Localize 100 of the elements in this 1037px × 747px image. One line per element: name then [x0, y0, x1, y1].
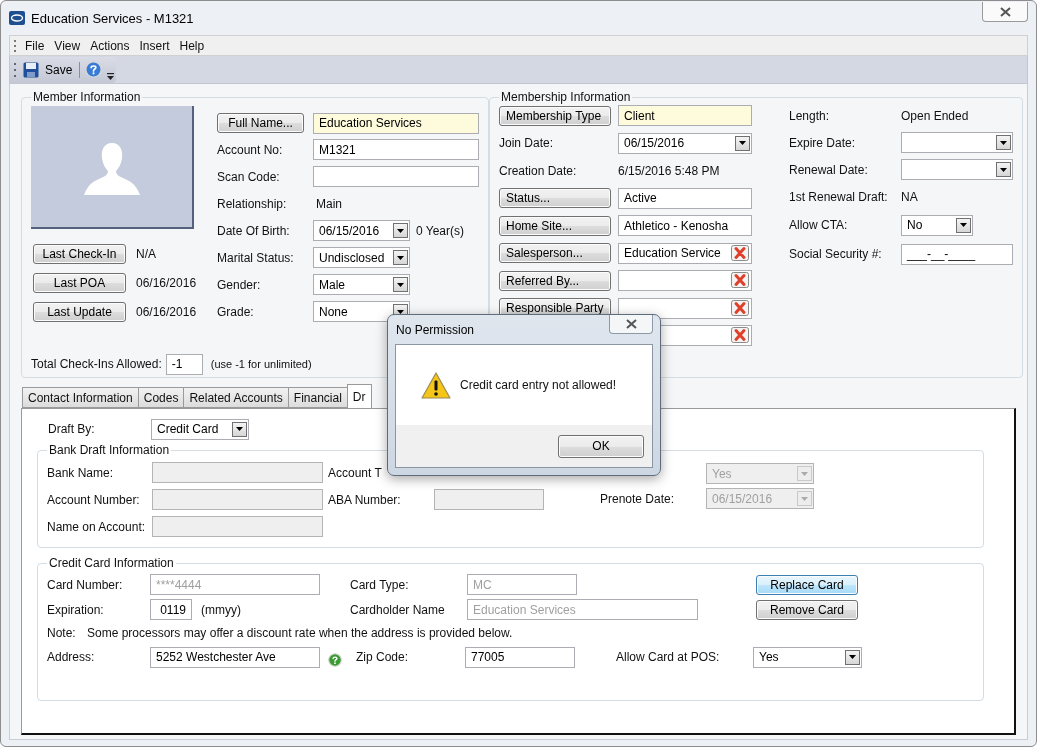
input-field[interactable]: 5252 Westchester Ave — [150, 646, 320, 668]
input-field[interactable] — [313, 166, 479, 187]
lookup-button[interactable]: Salesperson... — [499, 243, 611, 264]
lookup-button[interactable]: Home Site... — [499, 215, 611, 236]
input-field[interactable]: Education Services — [313, 112, 479, 134]
tab[interactable]: Dr — [346, 384, 372, 408]
caret-icon — [1000, 140, 1007, 145]
field-value: Open Ended — [901, 108, 969, 123]
section-title: Member Information — [32, 90, 142, 104]
menu-item[interactable]: Actions — [89, 38, 131, 53]
dropdown[interactable]: Undisclosed — [313, 247, 410, 268]
field-label: Relationship: — [217, 196, 288, 211]
close-icon — [999, 6, 1011, 17]
input-field[interactable]: 0119 — [150, 599, 192, 620]
menu-item[interactable]: View — [53, 38, 82, 53]
app-icon — [9, 11, 25, 25]
remove-card-button[interactable]: Remove Card — [756, 599, 858, 620]
dropdown[interactable]: Credit Card — [151, 418, 249, 440]
field-label: Expire Date: — [789, 135, 857, 150]
field-label: Cardholder Name — [350, 602, 446, 617]
tab[interactable]: Financial — [287, 387, 348, 408]
section-title: Membership Information — [500, 90, 632, 104]
field-label: Marital Status: — [217, 250, 295, 265]
close-icon — [625, 319, 637, 329]
history-value: 06/16/2016 — [136, 304, 197, 319]
field-label: Grade: — [217, 304, 255, 319]
dropdown[interactable]: Male — [313, 274, 410, 295]
window-title: Education Services - M1321 — [31, 10, 194, 26]
field-label: Zip Code: — [356, 650, 410, 664]
input-field[interactable]: ___-__-____ — [901, 243, 1013, 265]
close-button[interactable] — [609, 315, 653, 334]
caret-icon — [801, 471, 808, 476]
input-field[interactable]: Client — [618, 105, 752, 127]
dropdown[interactable]: 06/15/2016 — [618, 132, 752, 154]
field-label: Prenote Date: — [600, 491, 676, 506]
dropdown[interactable]: No — [901, 214, 973, 236]
dropdown[interactable] — [901, 159, 1013, 180]
field-label: Address: — [47, 650, 96, 664]
field-label: Bank Name: — [47, 465, 115, 480]
save-button[interactable]: Save — [21, 61, 75, 78]
field-label: Draft By: — [48, 422, 96, 436]
caret-icon — [849, 655, 856, 659]
field-label: Date Of Birth: — [217, 223, 291, 238]
field-label: Total Check-Ins Allowed: — [31, 357, 162, 371]
field-label: Allow Card at POS: — [616, 650, 721, 664]
note-label: Note: — [47, 626, 77, 640]
close-button[interactable] — [982, 2, 1028, 22]
input-field[interactable]: Active — [618, 187, 752, 209]
floppy-icon — [23, 61, 39, 78]
tab[interactable]: Contact Information — [22, 387, 139, 408]
field-label: Name on Account: — [47, 519, 147, 534]
field-label: Social Security #: — [789, 247, 883, 261]
input-field[interactable]: M1321 — [313, 139, 479, 160]
field-label: Allow CTA: — [789, 218, 849, 232]
lookup-button[interactable]: Membership Type — [499, 105, 611, 126]
history-value: 06/16/2016 — [136, 275, 197, 290]
history-button[interactable]: Last POA — [33, 272, 126, 293]
ok-button[interactable]: OK — [558, 434, 644, 458]
input-field[interactable] — [618, 270, 752, 292]
input-field[interactable]: Athletico - Kenosha — [618, 215, 752, 237]
menu-item[interactable]: Help — [178, 38, 206, 53]
clear-icon[interactable] — [731, 327, 749, 344]
overflow-icon[interactable] — [107, 72, 115, 81]
dropdown[interactable]: 06/15/2016 — [313, 220, 410, 241]
field-label: Renewal Date: — [789, 162, 869, 177]
help-icon[interactable] — [328, 652, 342, 667]
field-label: Account Number: — [47, 492, 141, 507]
full-name-button[interactable]: Full Name... — [217, 113, 304, 133]
history-button[interactable]: Last Check-In — [33, 243, 126, 264]
clear-icon[interactable] — [731, 272, 749, 289]
section-title: Bank Draft Information — [48, 443, 171, 457]
lookup-button[interactable]: Status... — [499, 188, 611, 209]
input-field[interactable]: -1 — [165, 353, 203, 375]
tab[interactable]: Codes — [137, 387, 185, 408]
dropdown[interactable] — [901, 132, 1013, 153]
dropdown[interactable]: None — [313, 301, 410, 322]
field-label: Length: — [789, 108, 831, 123]
note-text: Some processors may offer a discount rate when the address is provided below. — [87, 626, 513, 640]
menu-item[interactable]: File — [24, 38, 46, 53]
field-label: Card Number: — [47, 577, 124, 592]
field-label: Account No: — [217, 142, 284, 157]
clear-icon[interactable] — [731, 244, 749, 261]
input-field[interactable]: Education Service — [618, 242, 752, 264]
input-field[interactable]: 77005 — [465, 646, 575, 668]
lookup-button[interactable]: Referred By... — [499, 270, 611, 291]
caret-icon — [397, 228, 404, 233]
tab[interactable]: Related Accounts — [183, 387, 289, 408]
hint-text: (mmyy) — [200, 602, 242, 617]
help-icon[interactable] — [85, 61, 103, 78]
field-label: Card Type: — [350, 577, 410, 592]
replace-card-button[interactable]: Replace Card — [756, 574, 858, 595]
field-value: 6/15/2016 5:48 PM — [618, 163, 720, 178]
caret-icon — [236, 427, 243, 431]
hint-text: (use -1 for unlimited) — [210, 358, 312, 370]
dropdown[interactable]: Yes — [753, 646, 862, 668]
menu-item[interactable]: Insert — [138, 38, 171, 53]
history-button[interactable]: Last Update — [33, 301, 126, 322]
input-field[interactable] — [618, 297, 752, 319]
clear-icon[interactable] — [731, 299, 749, 316]
section-title: Credit Card Information — [48, 556, 175, 570]
